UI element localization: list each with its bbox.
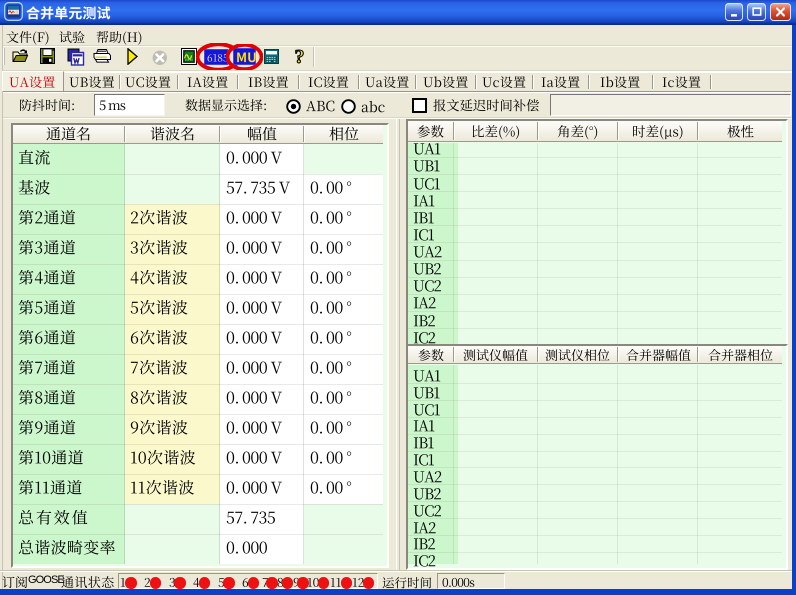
svg-text:?: ? <box>295 48 305 67</box>
